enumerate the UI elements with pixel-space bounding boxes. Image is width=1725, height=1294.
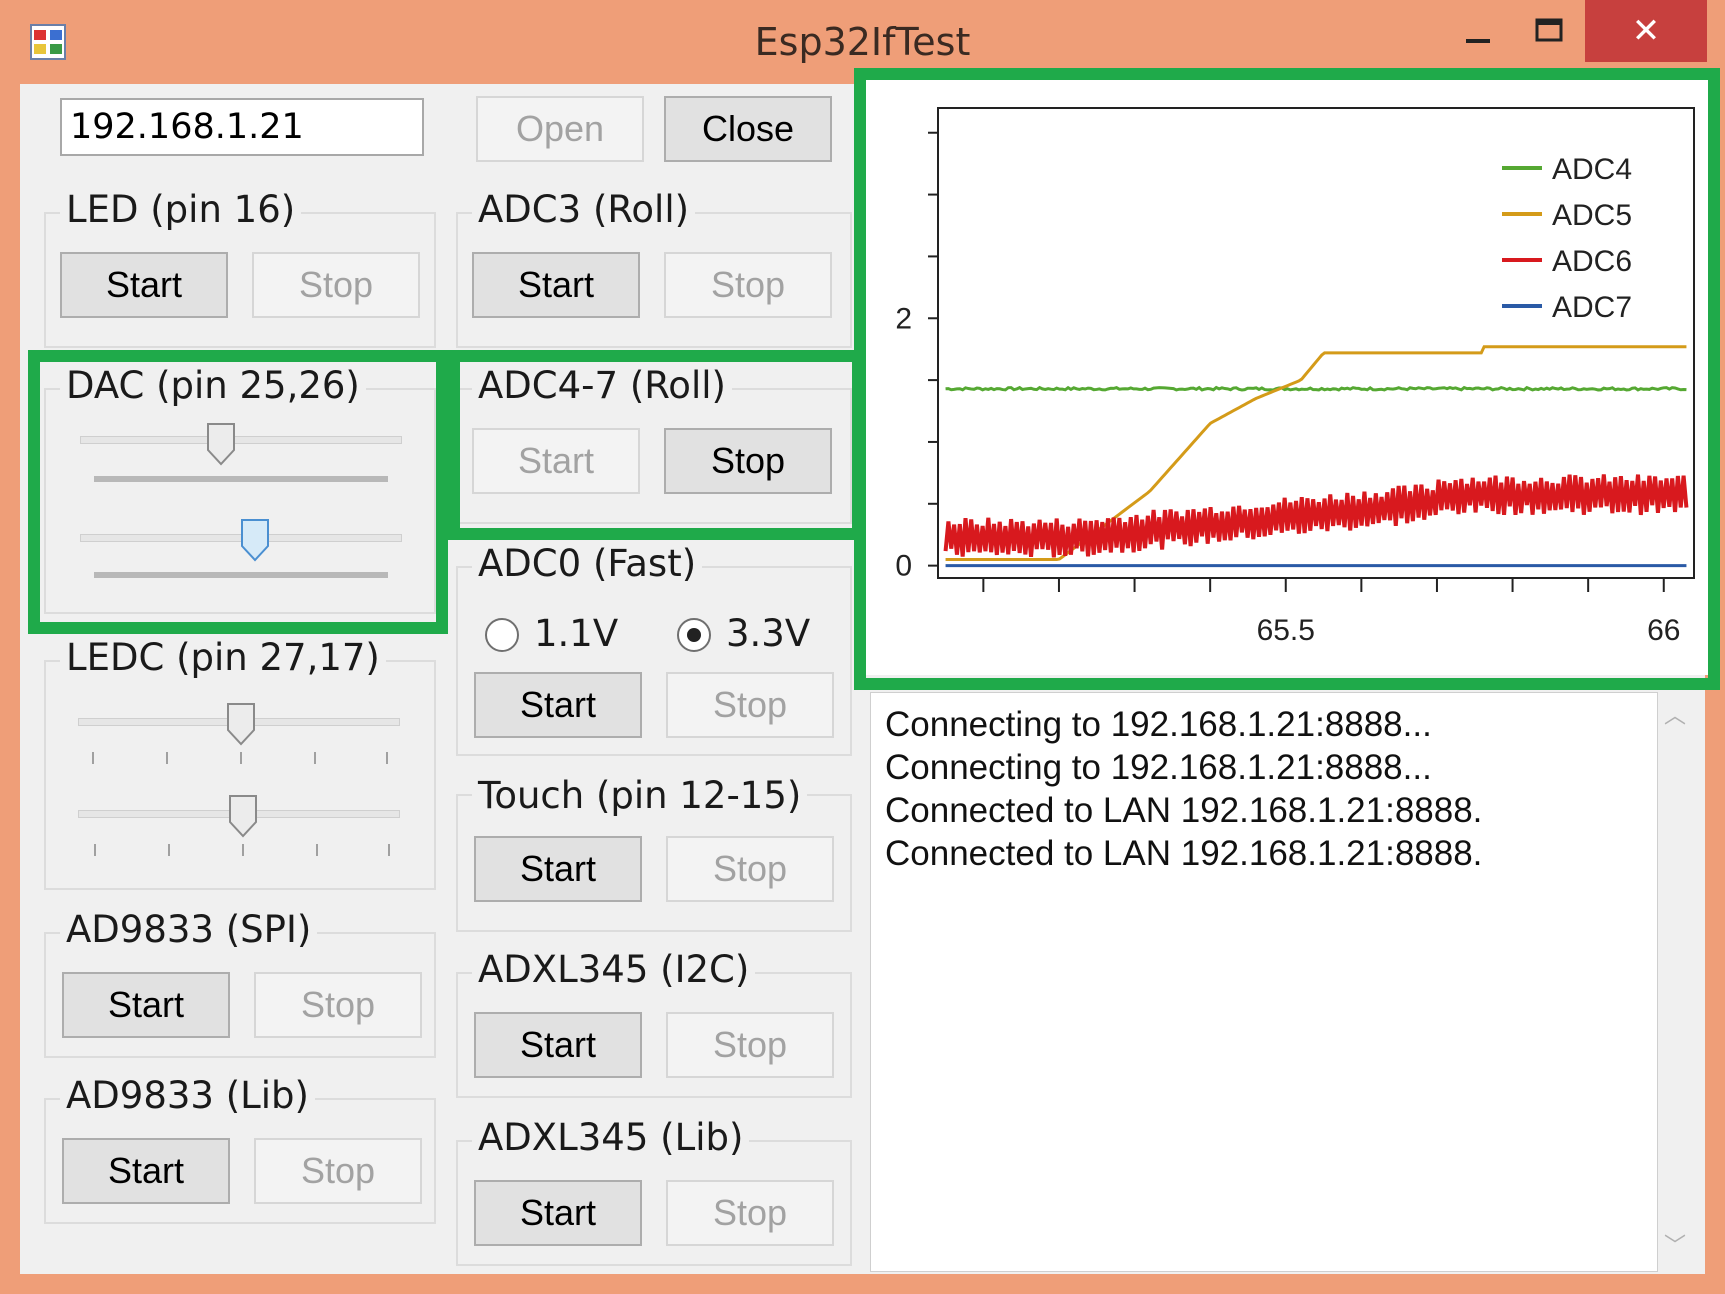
group-adxl-lib-label: ADXL345 (Lib) (472, 1116, 750, 1160)
highlight-chart (854, 68, 1720, 690)
log-line: Connecting to 192.168.1.21:8888... (885, 705, 1432, 744)
ledc-slider-1-tick (92, 752, 94, 764)
radio-3v3-label: 3.3V (726, 612, 811, 655)
ip-address-input[interactable]: 192.168.1.21 (60, 98, 424, 156)
log-scrollbar[interactable]: ︿ ﹀ (1658, 692, 1692, 1272)
scroll-up-icon[interactable]: ︿ (1658, 700, 1692, 734)
ledc-slider-1-tick (314, 752, 316, 764)
ad9833-spi-start-button[interactable]: Start (62, 972, 230, 1038)
minimize-icon (1466, 39, 1490, 43)
group-ledc (44, 660, 436, 890)
ad9833-spi-stop-button[interactable]: Stop (254, 972, 422, 1038)
ad9833-lib-start-button[interactable]: Start (62, 1138, 230, 1204)
adc0-stop-button[interactable]: Stop (666, 672, 834, 738)
ad9833-lib-stop-button[interactable]: Stop (254, 1138, 422, 1204)
open-button[interactable]: Open (476, 96, 644, 162)
adc3-stop-button[interactable]: Stop (664, 252, 832, 318)
group-touch-label: Touch (pin 12-15) (472, 774, 808, 818)
minimize-button[interactable] (1443, 0, 1513, 62)
group-ad9833-lib-label: AD9833 (Lib) (60, 1074, 315, 1118)
adxl-lib-start-button[interactable]: Start (474, 1180, 642, 1246)
group-adxl-i2c-label: ADXL345 (I2C) (472, 948, 756, 992)
touch-stop-button[interactable]: Stop (666, 836, 834, 902)
adxl-i2c-stop-button[interactable]: Stop (666, 1012, 834, 1078)
group-ad9833-spi-label: AD9833 (SPI) (60, 908, 318, 952)
maximize-icon (1535, 18, 1563, 42)
log-line: Connected to LAN 192.168.1.21:8888. (885, 834, 1483, 873)
app-window: Esp32IfTest ✕ 192.168.1.21 Open Close LE… (0, 0, 1725, 1294)
log-textbox[interactable]: Connecting to 192.168.1.21:8888... Conne… (870, 692, 1658, 1272)
group-adc0-label: ADC0 (Fast) (472, 542, 703, 586)
ledc-slider-2-tick (242, 844, 244, 856)
adc0-start-button[interactable]: Start (474, 672, 642, 738)
led-stop-button[interactable]: Stop (252, 252, 420, 318)
ledc-slider-1-tick (240, 752, 242, 764)
adxl-lib-stop-button[interactable]: Stop (666, 1180, 834, 1246)
group-led-label: LED (pin 16) (60, 188, 302, 232)
ledc-slider-2-thumb[interactable] (228, 794, 258, 838)
radio-3v3[interactable] (677, 618, 711, 652)
adc3-start-button[interactable]: Start (472, 252, 640, 318)
ledc-slider-2-tick (316, 844, 318, 856)
group-ledc-label: LEDC (pin 27,17) (60, 636, 386, 680)
ledc-slider-2-tick (168, 844, 170, 856)
close-window-button[interactable]: ✕ (1585, 0, 1707, 62)
group-adc3-label: ADC3 (Roll) (472, 188, 696, 232)
radio-1v1[interactable] (485, 618, 519, 652)
touch-start-button[interactable]: Start (474, 836, 642, 902)
radio-1v1-label: 1.1V (534, 612, 619, 655)
log-line: Connected to LAN 192.168.1.21:8888. (885, 791, 1483, 830)
ledc-slider-2-tick (388, 844, 390, 856)
led-start-button[interactable]: Start (60, 252, 228, 318)
highlight-adc47 (448, 350, 864, 540)
maximize-button[interactable] (1513, 0, 1585, 62)
ledc-slider-1-thumb[interactable] (226, 702, 256, 746)
log-line: Connecting to 192.168.1.21:8888... (885, 748, 1432, 787)
highlight-dac (28, 350, 448, 634)
close-connection-button[interactable]: Close (664, 96, 832, 162)
adxl-i2c-start-button[interactable]: Start (474, 1012, 642, 1078)
close-icon: ✕ (1631, 11, 1661, 51)
ledc-slider-1-tick (386, 752, 388, 764)
ledc-slider-2-tick (94, 844, 96, 856)
scroll-down-icon[interactable]: ﹀ (1658, 1230, 1692, 1264)
ledc-slider-1-tick (166, 752, 168, 764)
